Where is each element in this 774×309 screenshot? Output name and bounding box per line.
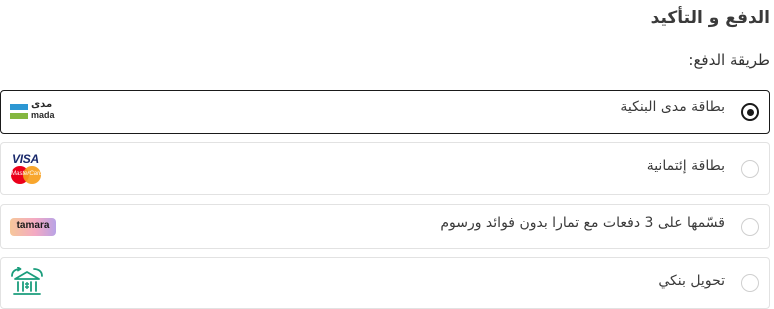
mada-logo-text-ar: مدى [31,99,53,110]
mada-logo-text-en: mada [31,110,55,120]
mada-bar-green [10,113,28,119]
mastercard-icon: MasterCard [11,165,43,184]
visa-mastercard-logo: VISA MasterCard [10,153,44,185]
radio-button-selected[interactable] [741,103,759,121]
payment-option-label: بطاقة مدى البنكية [620,98,725,115]
payment-method-heading: طريقة الدفع: [688,51,770,69]
payment-option-credit-card[interactable]: بطاقة إئتمانية VISA MasterCard [0,142,770,195]
payment-option-label: تحويل بنكي [658,272,725,289]
payment-option-label: بطاقة إئتمانية [646,157,725,174]
tamara-logo: tamara [10,217,56,236]
visa-logo-text: VISA [12,151,39,166]
radio-button[interactable] [741,217,759,236]
mastercard-logo-text: MasterCard [11,170,43,177]
bank-transfer-icon [10,266,44,299]
payment-option-label: قسّمها على 3 دفعات مع تمارا بدون فوائد و… [440,215,725,232]
radio-button[interactable] [741,274,759,292]
payment-option-tamara[interactable]: قسّمها على 3 دفعات مع تمارا بدون فوائد و… [0,204,770,249]
mada-logo-bars [10,104,28,119]
payment-option-mada[interactable]: بطاقة مدى البنكية مدى mada [0,90,770,134]
tamara-logo-text: tamara [16,219,50,231]
radio-button[interactable] [741,159,759,178]
mada-bar-blue [10,104,28,110]
mada-logo: مدى mada [10,99,58,122]
page-title: الدفع و التأكيد [650,8,770,28]
bank-icon-svg [11,266,43,295]
payment-option-bank-transfer[interactable]: تحويل بنكي [0,257,770,309]
